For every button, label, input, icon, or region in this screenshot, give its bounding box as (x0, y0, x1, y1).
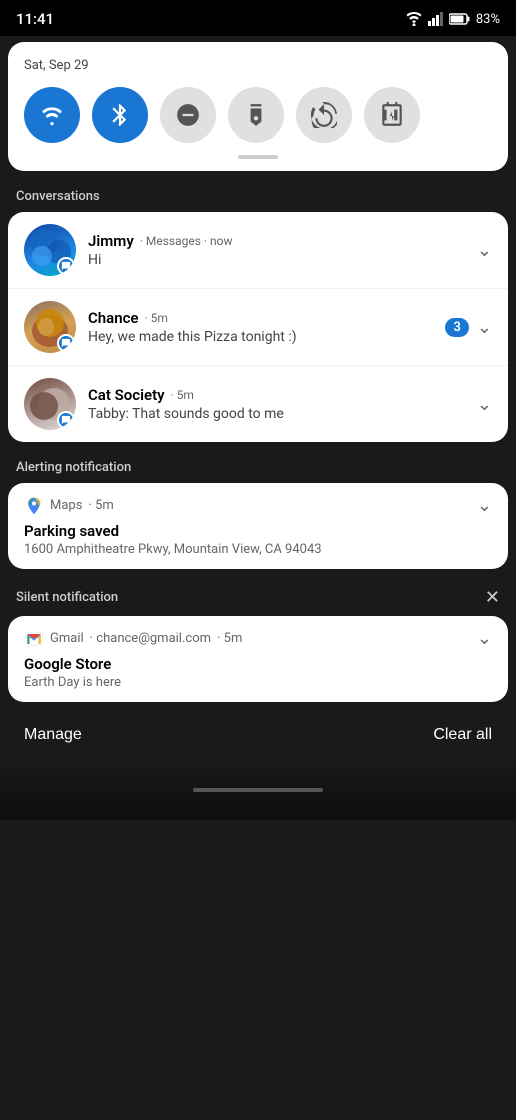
avatar-cat-society (24, 378, 76, 430)
conv-content-cat-society: Cat Society · 5m Tabby: That sounds good… (88, 386, 469, 422)
expand-gmail[interactable]: ⌄ (477, 628, 492, 649)
messages-badge-cat (57, 411, 75, 429)
silent-header: Silent notification ✕ (0, 577, 516, 616)
bluetooth-tile[interactable] (92, 87, 148, 143)
conv-actions-cat: ⌄ (477, 394, 492, 415)
conv-meta-chance: · 5m (145, 311, 168, 325)
silent-card: Gmail · chance@gmail.com · 5m ⌄ Google S… (8, 616, 508, 702)
drag-handle (238, 155, 278, 159)
maps-text: 1600 Amphitheatre Pkwy, Mountain View, C… (24, 542, 492, 557)
status-time: 11:41 (16, 10, 54, 28)
maps-app-name: Maps (50, 498, 82, 513)
gmail-app-name: Gmail (50, 631, 84, 646)
conversations-card: Jimmy · Messages · now Hi ⌄ (8, 212, 508, 442)
clear-all-button[interactable]: Clear all (433, 726, 492, 744)
unread-count-chance: 3 (445, 318, 468, 337)
maps-time: · 5m (88, 498, 113, 513)
home-indicator[interactable] (193, 788, 323, 792)
conv-text-jimmy: Hi (88, 252, 469, 268)
maps-app-info: Maps · 5m (24, 496, 114, 516)
conv-meta-cat-society: · 5m (171, 388, 194, 402)
gmail-time: · 5m (217, 631, 242, 646)
status-icons: 83% (405, 12, 500, 27)
gmail-notification[interactable]: Gmail · chance@gmail.com · 5m ⌄ Google S… (8, 616, 508, 702)
date-label: Sat, Sep 29 (24, 58, 492, 73)
messages-badge-jimmy (57, 257, 75, 275)
close-silent-button[interactable]: ✕ (485, 587, 500, 608)
messages-badge-chance (57, 334, 75, 352)
status-bar: 11:41 83% (0, 0, 516, 36)
gmail-title: Google Store (24, 655, 492, 673)
battery-icon (449, 13, 471, 25)
gmail-text: Earth Day is here (24, 675, 492, 690)
maps-icon (24, 496, 44, 516)
battery-saver-tile[interactable] (364, 87, 420, 143)
conv-name-cat-society: Cat Society (88, 386, 165, 404)
gmail-email: · chance@gmail.com (90, 631, 211, 646)
flashlight-tile[interactable] (228, 87, 284, 143)
conv-text-cat-society: Tabby: That sounds good to me (88, 406, 469, 422)
conversations-header: Conversations (0, 179, 516, 212)
expand-jimmy[interactable]: ⌄ (477, 240, 492, 261)
dnd-tile[interactable] (160, 87, 216, 143)
bottom-bar: Manage Clear all (0, 710, 516, 760)
conv-item-chance[interactable]: Chance · 5m Hey, we made this Pizza toni… (8, 289, 508, 366)
avatar-chance (24, 301, 76, 353)
expand-chance[interactable]: ⌄ (477, 317, 492, 338)
conv-name-chance: Chance (88, 309, 139, 327)
wifi-icon (405, 12, 423, 26)
alerting-header: Alerting notification (0, 450, 516, 483)
conv-item-cat-society[interactable]: Cat Society · 5m Tabby: That sounds good… (8, 366, 508, 442)
expand-maps[interactable]: ⌄ (477, 495, 492, 516)
conv-meta-jimmy: · Messages · now (140, 234, 233, 248)
gmail-icon (24, 629, 44, 649)
maps-title: Parking saved (24, 522, 492, 540)
alerting-label: Alerting notification (16, 460, 131, 475)
avatar-jimmy (24, 224, 76, 276)
conv-content-chance: Chance · 5m Hey, we made this Pizza toni… (88, 309, 437, 345)
expand-cat[interactable]: ⌄ (477, 394, 492, 415)
maps-notification[interactable]: Maps · 5m ⌄ Parking saved 1600 Amphithea… (8, 483, 508, 569)
wifi-tile[interactable] (24, 87, 80, 143)
bottom-overlay (0, 760, 516, 820)
conv-actions-chance: 3 ⌄ (445, 317, 492, 338)
signal-icon (428, 12, 444, 26)
battery-percent: 83% (476, 12, 500, 27)
conv-content-jimmy: Jimmy · Messages · now Hi (88, 232, 469, 268)
gmail-app-info: Gmail · chance@gmail.com · 5m (24, 629, 242, 649)
rotation-tile[interactable] (296, 87, 352, 143)
conv-name-jimmy: Jimmy (88, 232, 134, 250)
conv-item-jimmy[interactable]: Jimmy · Messages · now Hi ⌄ (8, 212, 508, 289)
conv-actions-jimmy: ⌄ (477, 240, 492, 261)
conv-text-chance: Hey, we made this Pizza tonight :) (88, 329, 437, 345)
conversations-label: Conversations (16, 189, 100, 204)
quick-settings-panel: Sat, Sep 29 (8, 42, 508, 171)
quick-tiles (24, 87, 492, 143)
manage-button[interactable]: Manage (24, 726, 82, 744)
silent-label: Silent notification (16, 590, 118, 605)
alerting-card: Maps · 5m ⌄ Parking saved 1600 Amphithea… (8, 483, 508, 569)
